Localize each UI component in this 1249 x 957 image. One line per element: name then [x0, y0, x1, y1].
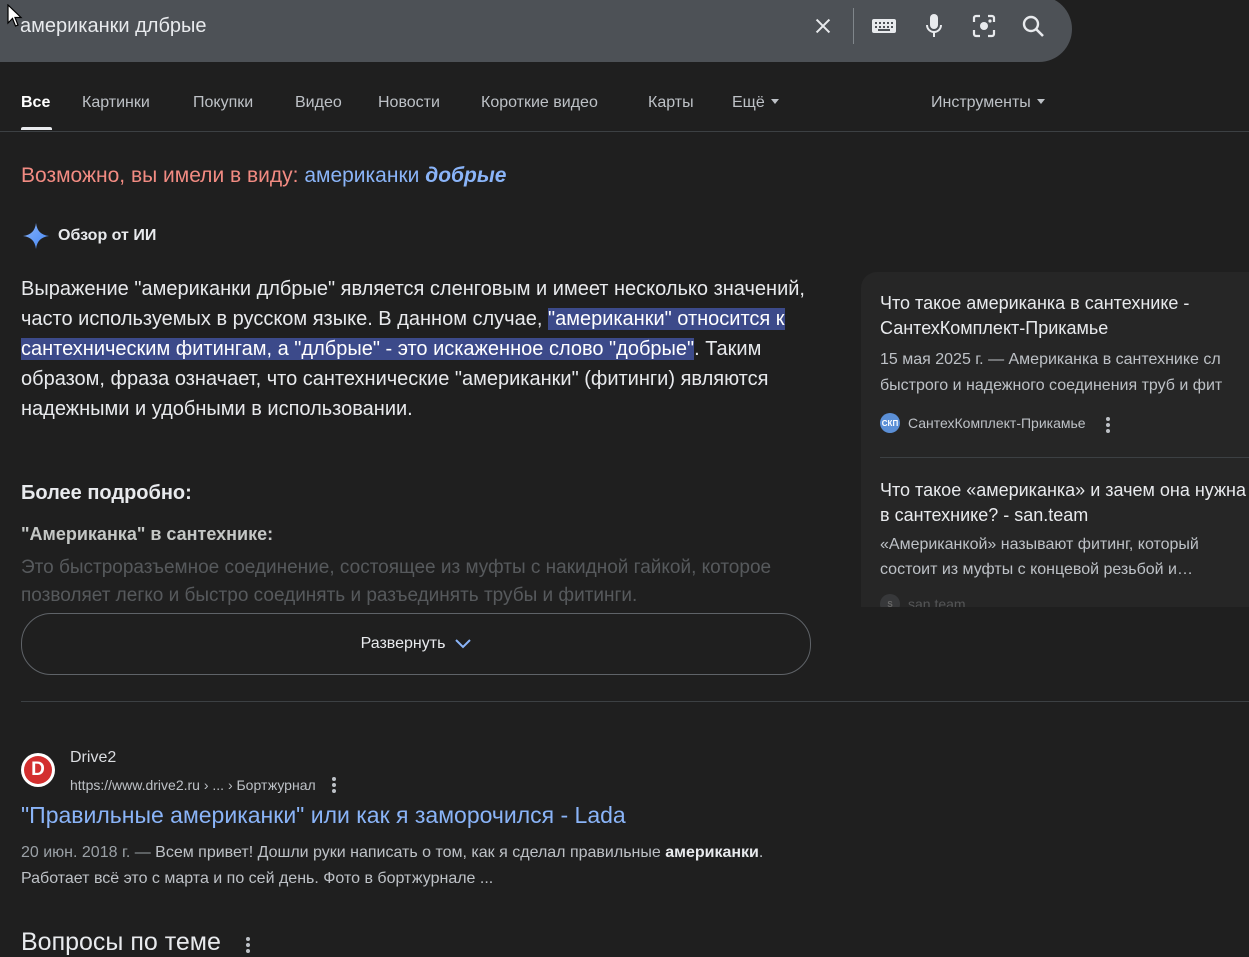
source-snippet: состоит из муфты с концевой резьбой и…: [880, 561, 1193, 578]
did-you-mean: Возможно, вы имели в виду: американки до…: [21, 164, 507, 188]
did-you-mean-word1: американки: [304, 164, 420, 187]
source-divider: [880, 457, 1249, 458]
result-url[interactable]: https://www.drive2.ru › ... › Бортжурнал: [70, 774, 336, 793]
keyboard-icon[interactable]: [870, 12, 898, 40]
search-icon[interactable]: [1019, 12, 1047, 40]
mic-icon[interactable]: [920, 12, 948, 40]
result-snippet-line2: Работает всё это с марта и по сей день. …: [21, 870, 494, 887]
source-site-name: СантехКомплект-Прикамье: [908, 415, 1086, 431]
drive2-favicon: D: [21, 753, 55, 787]
ai-overview-header: Обзор от ИИ: [22, 222, 156, 250]
favicon-letter: D: [24, 756, 52, 784]
sparkle-icon: [23, 223, 49, 249]
tab-maps[interactable]: Карты: [648, 94, 694, 112]
active-tab-indicator: [21, 127, 52, 130]
search-divider: [853, 8, 854, 44]
source-snippet: «Американкой» называют фитинг, который: [880, 536, 1199, 553]
tab-images[interactable]: Картинки: [82, 94, 150, 112]
ai-overview-text: Выражение "американки длбрые" является с…: [21, 274, 821, 424]
search-input[interactable]: американки длбрые: [20, 15, 207, 38]
plumbing-subheading: "Американка" в сантехнике:: [21, 524, 274, 544]
close-icon[interactable]: [809, 12, 837, 40]
result-url-text: https://www.drive2.ru › ... › Бортжурнал: [70, 777, 316, 793]
tab-news[interactable]: Новости: [378, 94, 440, 112]
result-title-link[interactable]: "Правильные американки" или как я заморо…: [21, 802, 626, 829]
source-site[interactable]: СКП СантехКомплект-Прикамье: [880, 413, 1110, 433]
sources-panel: Что такое американка в сантехнике - Сант…: [861, 272, 1249, 607]
tab-video[interactable]: Видео: [295, 94, 342, 112]
chevron-down-icon: [455, 639, 472, 649]
did-you-mean-prefix: Возможно, вы имели в виду:: [21, 164, 299, 187]
source-title[interactable]: Что такое «американка» и зачем она нужна…: [880, 478, 1249, 528]
caret-down-icon: [770, 99, 779, 104]
tools-label: Инструменты: [931, 94, 1031, 111]
did-you-mean-link[interactable]: американки добрые: [304, 164, 506, 187]
caret-down-icon: [1036, 99, 1045, 104]
faded-text: Это быстроразъемное соединение, состояще…: [21, 557, 772, 606]
mouse-cursor-icon: [7, 4, 23, 27]
tab-short-videos[interactable]: Короткие видео: [481, 94, 598, 112]
site-favicon: СКП: [880, 413, 900, 433]
result-snippet-b: .: [758, 844, 764, 861]
result-site-name[interactable]: Drive2: [70, 749, 116, 767]
people-also-ask-heading: Вопросы по теме: [21, 928, 250, 957]
more-vert-icon[interactable]: [245, 937, 250, 953]
tab-more[interactable]: Ещё: [732, 94, 779, 112]
source-snippet: 15 мая 2025 г. — Американка в сантехнике…: [880, 351, 1221, 368]
result-snippet-bold: американки: [665, 844, 759, 861]
source-snippet: быстрого и надежного соединения труб и ф…: [880, 377, 1223, 394]
expand-label: Развернуть: [360, 635, 446, 652]
tabs-divider: [0, 131, 1249, 132]
more-vert-icon[interactable]: [331, 777, 336, 793]
site-favicon: S: [880, 594, 900, 607]
result-snippet-a: Всем привет! Дошли руки написать о том, …: [150, 844, 666, 861]
expand-button[interactable]: Развернуть: [21, 613, 811, 675]
tools-button[interactable]: Инструменты: [931, 94, 1045, 112]
source-title[interactable]: Что такое американка в сантехнике - Сант…: [880, 291, 1249, 341]
paa-label: Вопросы по теме: [21, 928, 221, 956]
ai-overview-title: Обзор от ИИ: [58, 227, 157, 244]
tab-shopping[interactable]: Покупки: [193, 94, 253, 112]
more-details-heading: Более подробно:: [21, 482, 192, 504]
lens-icon[interactable]: [970, 12, 998, 40]
source-site[interactable]: S san.team: [880, 594, 966, 607]
search-bar: американки длбрые: [0, 0, 1072, 62]
source-site-name: san.team: [908, 596, 966, 607]
did-you-mean-word2: добрые: [425, 164, 507, 187]
section-divider: [21, 701, 1249, 702]
more-vert-icon[interactable]: [1105, 417, 1110, 433]
result-snippet: 20 июн. 2018 г. — Всем привет! Дошли рук…: [21, 840, 851, 892]
tab-all[interactable]: Все: [21, 94, 50, 112]
result-date: 20 июн. 2018 г. —: [21, 844, 151, 861]
tab-more-label: Ещё: [732, 94, 765, 111]
